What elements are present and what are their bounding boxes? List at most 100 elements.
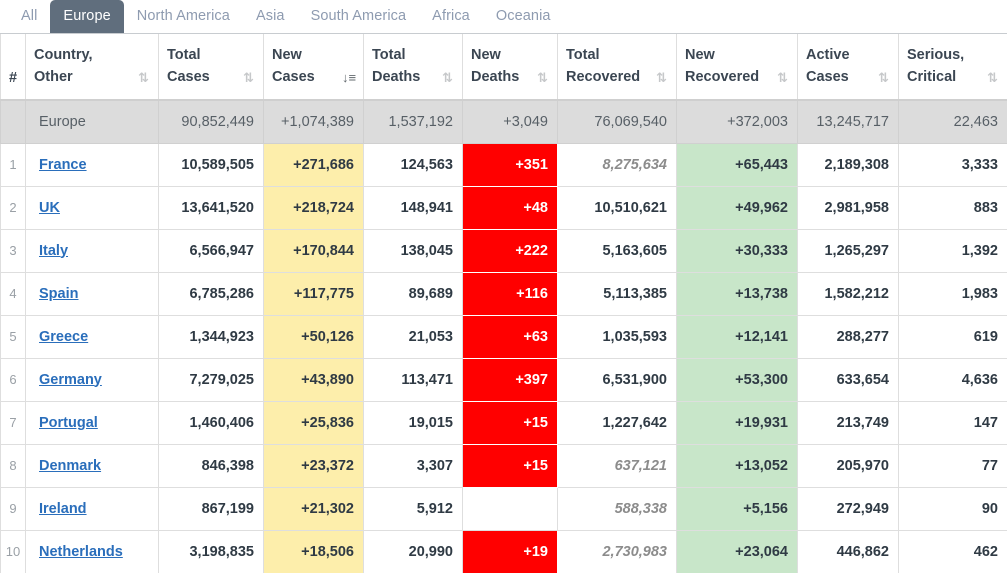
sort-both-icon[interactable]: ⇅ bbox=[441, 71, 454, 84]
tab-europe[interactable]: Europe bbox=[50, 0, 124, 33]
row-active-cases: 205,970 bbox=[797, 443, 899, 488]
column-header-line2-text: Other bbox=[34, 68, 73, 85]
column-header-new_deaths[interactable]: New Deaths ⇅ bbox=[462, 34, 558, 101]
table-row: 5 Greece 1,344,923 +50,126 21,053 +63 1,035,59… bbox=[0, 314, 1007, 359]
sort-both-icon[interactable]: ⇅ bbox=[137, 71, 150, 84]
column-header-serious_critical[interactable]: Serious, Critical ⇅ bbox=[898, 34, 1007, 101]
row-total-recovered: 1,227,642 bbox=[557, 400, 677, 445]
column-header-inner: Country, Other ⇅ bbox=[34, 45, 150, 89]
column-header-line2-text: Deaths bbox=[372, 68, 421, 85]
row-country-cell: Denmark bbox=[25, 443, 159, 488]
row-rank: 8 bbox=[0, 443, 26, 488]
row-total-recovered: 2,730,983 bbox=[557, 529, 677, 573]
column-header-active_cases[interactable]: Active Cases ⇅ bbox=[797, 34, 899, 101]
row-new-recovered: +12,141 bbox=[676, 314, 798, 359]
column-header-line2: Deaths ⇅ bbox=[372, 67, 454, 89]
row-country-cell: Portugal bbox=[25, 400, 159, 445]
row-country-cell: UK bbox=[25, 185, 159, 230]
column-header-new_recovered[interactable]: New Recovered ⇅ bbox=[676, 34, 798, 101]
column-header-total_recovered[interactable]: Total Recovered ⇅ bbox=[557, 34, 677, 101]
column-header-line1: Country, bbox=[34, 46, 93, 63]
row-rank: 9 bbox=[0, 486, 26, 531]
sort-both-icon[interactable]: ⇅ bbox=[242, 71, 255, 84]
country-link[interactable]: Italy bbox=[39, 243, 68, 259]
row-total-cases: 6,566,947 bbox=[158, 228, 264, 273]
sort-both-icon[interactable]: ⇅ bbox=[877, 71, 890, 84]
column-header-country[interactable]: Country, Other ⇅ bbox=[25, 34, 159, 101]
row-active-cases: 1,582,212 bbox=[797, 271, 899, 316]
column-header-line1: Active bbox=[806, 46, 850, 63]
country-link[interactable]: Greece bbox=[39, 329, 88, 345]
tab-all[interactable]: All bbox=[8, 0, 50, 33]
row-total-deaths: 3,307 bbox=[363, 443, 463, 488]
country-link[interactable]: Denmark bbox=[39, 458, 101, 474]
column-header-line2: Other ⇅ bbox=[34, 67, 150, 89]
country-link[interactable]: Spain bbox=[39, 286, 78, 302]
row-total-cases: 10,589,505 bbox=[158, 142, 264, 187]
row-country-cell: Netherlands bbox=[25, 529, 159, 573]
column-header-inner: Total Cases ⇅ bbox=[167, 45, 255, 89]
tab-africa[interactable]: Africa bbox=[419, 0, 483, 33]
row-new-cases: +43,890 bbox=[263, 357, 364, 402]
column-header-line1: New bbox=[471, 46, 501, 63]
column-header-line1: Total bbox=[566, 46, 600, 63]
row-total-recovered: 10,510,621 bbox=[557, 185, 677, 230]
row-total-recovered: 5,113,385 bbox=[557, 271, 677, 316]
row-serious-critical: 3,333 bbox=[898, 142, 1007, 187]
summary-row: Europe 90,852,449 +1,074,389 1,537,192 +3,04… bbox=[0, 99, 1007, 144]
country-link[interactable]: UK bbox=[39, 200, 60, 216]
tab-south-america[interactable]: South America bbox=[298, 0, 420, 33]
row-rank: 2 bbox=[0, 185, 26, 230]
summary-total-deaths: 1,537,192 bbox=[363, 99, 463, 144]
continent-tab-bar: All Europe North America Asia South America A… bbox=[0, 0, 1007, 33]
row-new-cases: +170,844 bbox=[263, 228, 364, 273]
row-country-cell: Italy bbox=[25, 228, 159, 273]
country-link[interactable]: Portugal bbox=[39, 415, 98, 431]
sort-both-icon[interactable]: ⇅ bbox=[986, 71, 999, 84]
column-header-line2: Critical ⇅ bbox=[907, 67, 999, 89]
row-active-cases: 446,862 bbox=[797, 529, 899, 573]
row-new-cases: +21,302 bbox=[263, 486, 364, 531]
column-header-total_cases[interactable]: Total Cases ⇅ bbox=[158, 34, 264, 101]
row-new-cases: +23,372 bbox=[263, 443, 364, 488]
row-new-deaths: +63 bbox=[462, 314, 558, 359]
sort-both-icon[interactable]: ⇅ bbox=[655, 71, 668, 84]
sort-descending-icon[interactable]: ↓≡ bbox=[342, 71, 356, 84]
summary-rank bbox=[0, 99, 26, 144]
summary-active-cases: 13,245,717 bbox=[797, 99, 899, 144]
row-new-recovered: +19,931 bbox=[676, 400, 798, 445]
row-active-cases: 288,277 bbox=[797, 314, 899, 359]
column-header-line2: Recovered ⇅ bbox=[566, 67, 668, 89]
column-header-total_deaths[interactable]: Total Deaths ⇅ bbox=[363, 34, 463, 101]
row-total-recovered: 588,338 bbox=[557, 486, 677, 531]
row-total-cases: 3,198,835 bbox=[158, 529, 264, 573]
country-link[interactable]: France bbox=[39, 157, 87, 173]
country-link[interactable]: Netherlands bbox=[39, 544, 123, 560]
country-link[interactable]: Germany bbox=[39, 372, 102, 388]
row-rank: 1 bbox=[0, 142, 26, 187]
tab-asia[interactable]: Asia bbox=[243, 0, 298, 33]
row-total-recovered: 5,163,605 bbox=[557, 228, 677, 273]
column-header-new_cases[interactable]: New Cases ↓≡ bbox=[263, 34, 364, 101]
row-new-recovered: +49,962 bbox=[676, 185, 798, 230]
coronavirus-table-container: # Country, Other ⇅ Total Cases ⇅ New Cases ↓≡ Tota… bbox=[0, 33, 1007, 573]
country-link[interactable]: Ireland bbox=[39, 501, 87, 517]
row-total-deaths: 113,471 bbox=[363, 357, 463, 402]
row-new-cases: +18,506 bbox=[263, 529, 364, 573]
row-serious-critical: 77 bbox=[898, 443, 1007, 488]
row-active-cases: 213,749 bbox=[797, 400, 899, 445]
table-row: 8 Denmark 846,398 +23,372 3,307 +15 637,121 +13… bbox=[0, 443, 1007, 488]
tab-oceania[interactable]: Oceania bbox=[483, 0, 564, 33]
row-new-deaths: +48 bbox=[462, 185, 558, 230]
sort-both-icon[interactable]: ⇅ bbox=[776, 71, 789, 84]
table-header: # Country, Other ⇅ Total Cases ⇅ New Cases ↓≡ Tota… bbox=[0, 34, 1007, 101]
sort-both-icon[interactable]: ⇅ bbox=[536, 71, 549, 84]
row-serious-critical: 1,392 bbox=[898, 228, 1007, 273]
column-header-rank[interactable]: # bbox=[0, 34, 26, 101]
row-active-cases: 633,654 bbox=[797, 357, 899, 402]
summary-new-recovered: +372,003 bbox=[676, 99, 798, 144]
summary-serious-critical: 22,463 bbox=[898, 99, 1007, 144]
column-header-line2-text: Critical bbox=[907, 68, 957, 85]
row-new-recovered: +30,333 bbox=[676, 228, 798, 273]
tab-north-america[interactable]: North America bbox=[124, 0, 243, 33]
